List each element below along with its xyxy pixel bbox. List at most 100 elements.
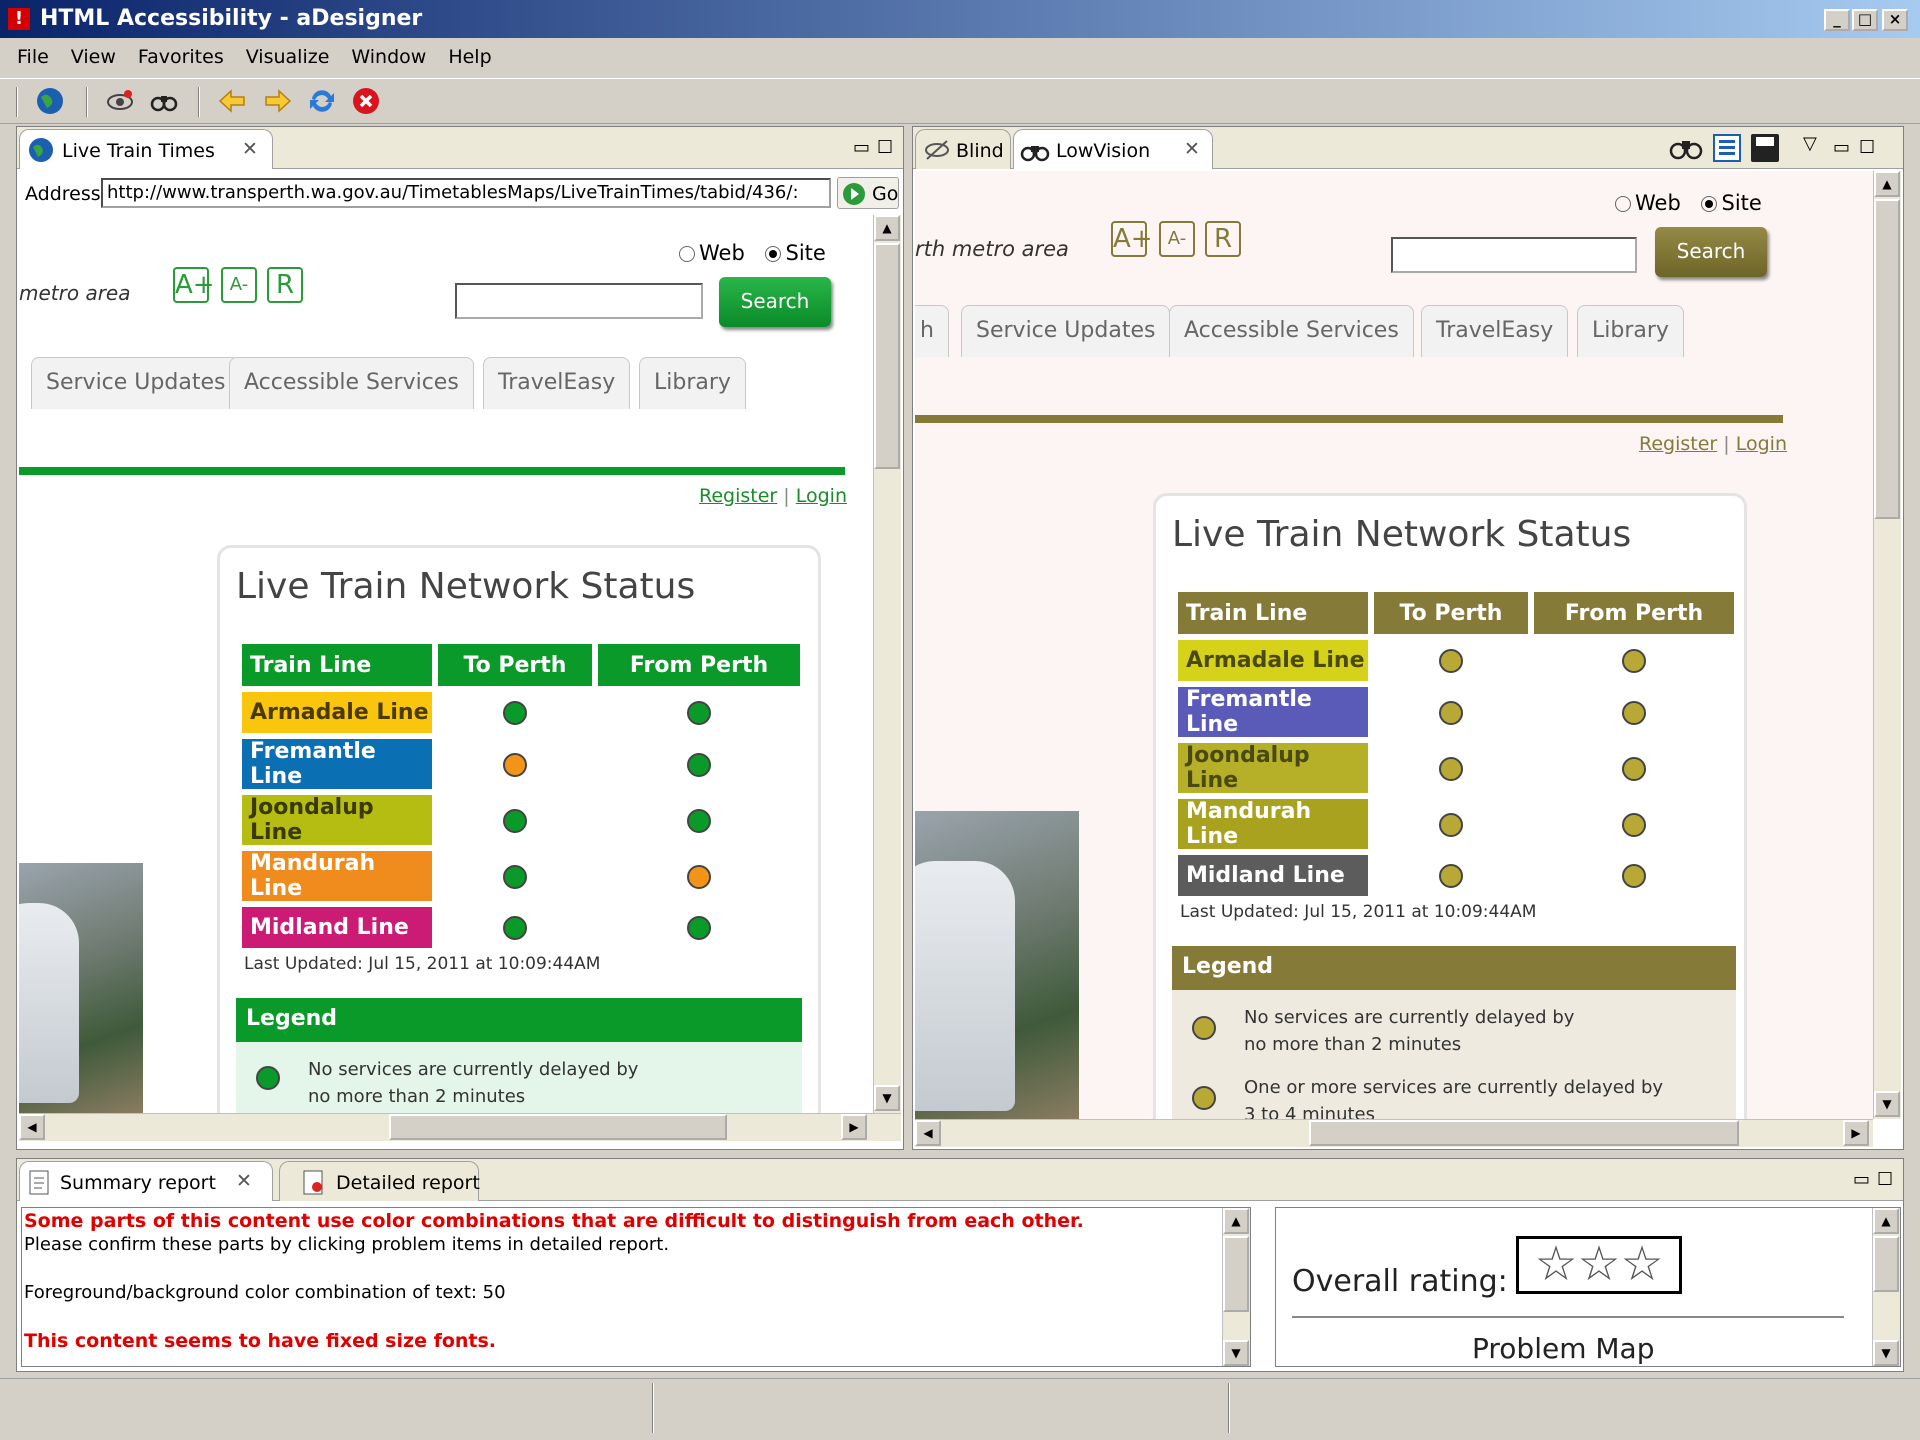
font-reset-button[interactable]: R	[267, 267, 303, 303]
globe-icon[interactable]	[34, 86, 66, 118]
line-midland[interactable]: Midland Line	[1178, 855, 1368, 896]
radio-site[interactable]	[1701, 196, 1718, 212]
scroll-thumb[interactable]	[1223, 1236, 1249, 1312]
radio-web[interactable]	[1615, 196, 1631, 212]
line-fremantle[interactable]: Fremantle Line	[1178, 687, 1368, 737]
tab-live-train-times[interactable]: Live Train Times ✕	[19, 129, 273, 169]
nav-traveleasy[interactable]: TravelEasy	[483, 357, 631, 409]
minimize-view-icon[interactable]: ▭	[1833, 137, 1850, 158]
close-window-button[interactable]: ×	[1882, 9, 1908, 31]
refresh-icon[interactable]	[306, 86, 338, 118]
radio-web[interactable]	[679, 246, 695, 262]
line-midland[interactable]: Midland Line	[242, 907, 432, 948]
close-tab-icon[interactable]: ✕	[242, 138, 258, 160]
font-decrease-button[interactable]: A-	[1159, 221, 1195, 257]
hscroll-thumb[interactable]	[1309, 1120, 1739, 1146]
maximize-view-icon[interactable]: ☐	[877, 137, 893, 158]
menu-window[interactable]: Window	[340, 40, 437, 74]
line-fremantle[interactable]: Fremantle Line	[242, 739, 432, 789]
menu-view[interactable]: View	[60, 40, 127, 74]
hscroll-thumb[interactable]	[389, 1114, 727, 1140]
nav-library[interactable]: Library	[1577, 305, 1684, 357]
login-link[interactable]: Login	[796, 485, 847, 507]
minimize-view-icon[interactable]: ▭	[853, 137, 870, 158]
font-reset-button[interactable]: R	[1205, 221, 1241, 257]
line-mandurah[interactable]: Mandurah Line	[242, 851, 432, 901]
table-row: Midland Line	[242, 907, 800, 948]
lowvision-hscroll[interactable]: ◀ ▶	[915, 1119, 1873, 1147]
tab-lowvision[interactable]: LowVision ✕	[1013, 129, 1213, 169]
browser-vscroll[interactable]: ▲ ▼	[873, 215, 901, 1113]
site-search-input[interactable]	[1391, 237, 1637, 273]
close-tab-icon[interactable]: ✕	[236, 1170, 252, 1192]
radio-site[interactable]	[765, 246, 782, 262]
view-menu-icon[interactable]: ▽	[1803, 133, 1817, 154]
font-decrease-button[interactable]: A-	[221, 267, 257, 303]
site-search-button[interactable]: Search	[1655, 227, 1767, 277]
scroll-down-button[interactable]: ▼	[1223, 1340, 1249, 1366]
register-link[interactable]: Register	[699, 485, 777, 507]
lowvision-vscroll[interactable]: ▲ ▼	[1873, 171, 1901, 1119]
maximize-button[interactable]: □	[1852, 9, 1878, 31]
nav-accessible-services[interactable]: Accessible Services	[1169, 305, 1414, 357]
login-link[interactable]: Login	[1736, 433, 1787, 455]
register-link[interactable]: Register	[1639, 433, 1717, 455]
minimize-view-icon[interactable]: ▭	[1853, 1169, 1870, 1190]
nav-library[interactable]: Library	[639, 357, 746, 409]
font-increase-button[interactable]: A+	[1111, 221, 1153, 257]
tab-detailed-report[interactable]: Detailed report	[279, 1161, 480, 1201]
maximize-view-icon[interactable]: ☐	[1859, 137, 1875, 158]
minimize-button[interactable]: _	[1824, 9, 1850, 31]
menu-help[interactable]: Help	[437, 40, 502, 74]
scroll-right-button[interactable]: ▶	[1843, 1120, 1869, 1146]
close-tab-icon[interactable]: ✕	[1184, 138, 1200, 160]
line-joondalup[interactable]: Joondalup Line	[242, 795, 432, 845]
nav-accessible-services[interactable]: Accessible Services	[229, 357, 474, 409]
forward-arrow-icon[interactable]	[262, 86, 294, 118]
nav-service-updates[interactable]: Service Updates	[961, 305, 1171, 357]
header-to-perth: To Perth	[1374, 592, 1528, 634]
scroll-left-button[interactable]: ◀	[19, 1114, 45, 1140]
scroll-thumb[interactable]	[1873, 1236, 1899, 1292]
summary-vscroll[interactable]: ▲ ▼	[1222, 1208, 1250, 1366]
site-search-button[interactable]: Search	[719, 277, 831, 327]
report-tabstrip: Summary report ✕ Detailed report ▭ ☐	[17, 1159, 1903, 1201]
nav-traveleasy[interactable]: TravelEasy	[1421, 305, 1569, 357]
eye-settings-icon[interactable]	[104, 86, 136, 118]
line-armadale[interactable]: Armadale Line	[1178, 640, 1368, 681]
scroll-up-button[interactable]: ▲	[874, 215, 900, 241]
binoculars-icon[interactable]	[148, 86, 180, 118]
maximize-view-icon[interactable]: ☐	[1877, 1169, 1893, 1190]
save-icon[interactable]	[1751, 134, 1779, 162]
stop-icon[interactable]	[350, 86, 382, 118]
scroll-up-button[interactable]: ▲	[1223, 1208, 1249, 1234]
scroll-right-button[interactable]: ▶	[841, 1114, 867, 1140]
scroll-down-button[interactable]: ▼	[1873, 1340, 1899, 1366]
scroll-down-button[interactable]: ▼	[1874, 1091, 1900, 1117]
tab-summary-report[interactable]: Summary report ✕	[19, 1161, 273, 1201]
browser-hscroll[interactable]: ◀ ▶	[19, 1113, 901, 1141]
scroll-thumb[interactable]	[874, 243, 900, 469]
tab-blind[interactable]: Blind	[915, 129, 1011, 169]
menu-favorites[interactable]: Favorites	[127, 40, 235, 74]
scroll-left-button[interactable]: ◀	[915, 1120, 941, 1146]
menu-file[interactable]: File	[6, 40, 60, 74]
line-joondalup[interactable]: Joondalup Line	[1178, 743, 1368, 793]
nav-partial[interactable]: h	[915, 305, 949, 357]
back-arrow-icon[interactable]	[216, 86, 248, 118]
binoculars-view-icon[interactable]	[1669, 133, 1703, 168]
nav-service-updates[interactable]: Service Updates	[31, 357, 241, 409]
rating-vscroll[interactable]: ▲ ▼	[1872, 1208, 1900, 1366]
scroll-thumb[interactable]	[1874, 199, 1900, 519]
site-search-input[interactable]	[455, 283, 703, 319]
scroll-up-button[interactable]: ▲	[1873, 1208, 1899, 1234]
line-armadale[interactable]: Armadale Line	[242, 692, 432, 733]
list-view-icon[interactable]	[1713, 134, 1741, 162]
line-mandurah[interactable]: Mandurah Line	[1178, 799, 1368, 849]
font-increase-button[interactable]: A+	[173, 267, 215, 303]
scroll-up-button[interactable]: ▲	[1874, 171, 1900, 197]
go-button[interactable]: Go	[837, 177, 899, 209]
scroll-down-button[interactable]: ▼	[874, 1085, 900, 1111]
menu-visualize[interactable]: Visualize	[235, 40, 341, 74]
address-input[interactable]: http://www.transperth.wa.gov.au/Timetabl…	[101, 178, 831, 208]
